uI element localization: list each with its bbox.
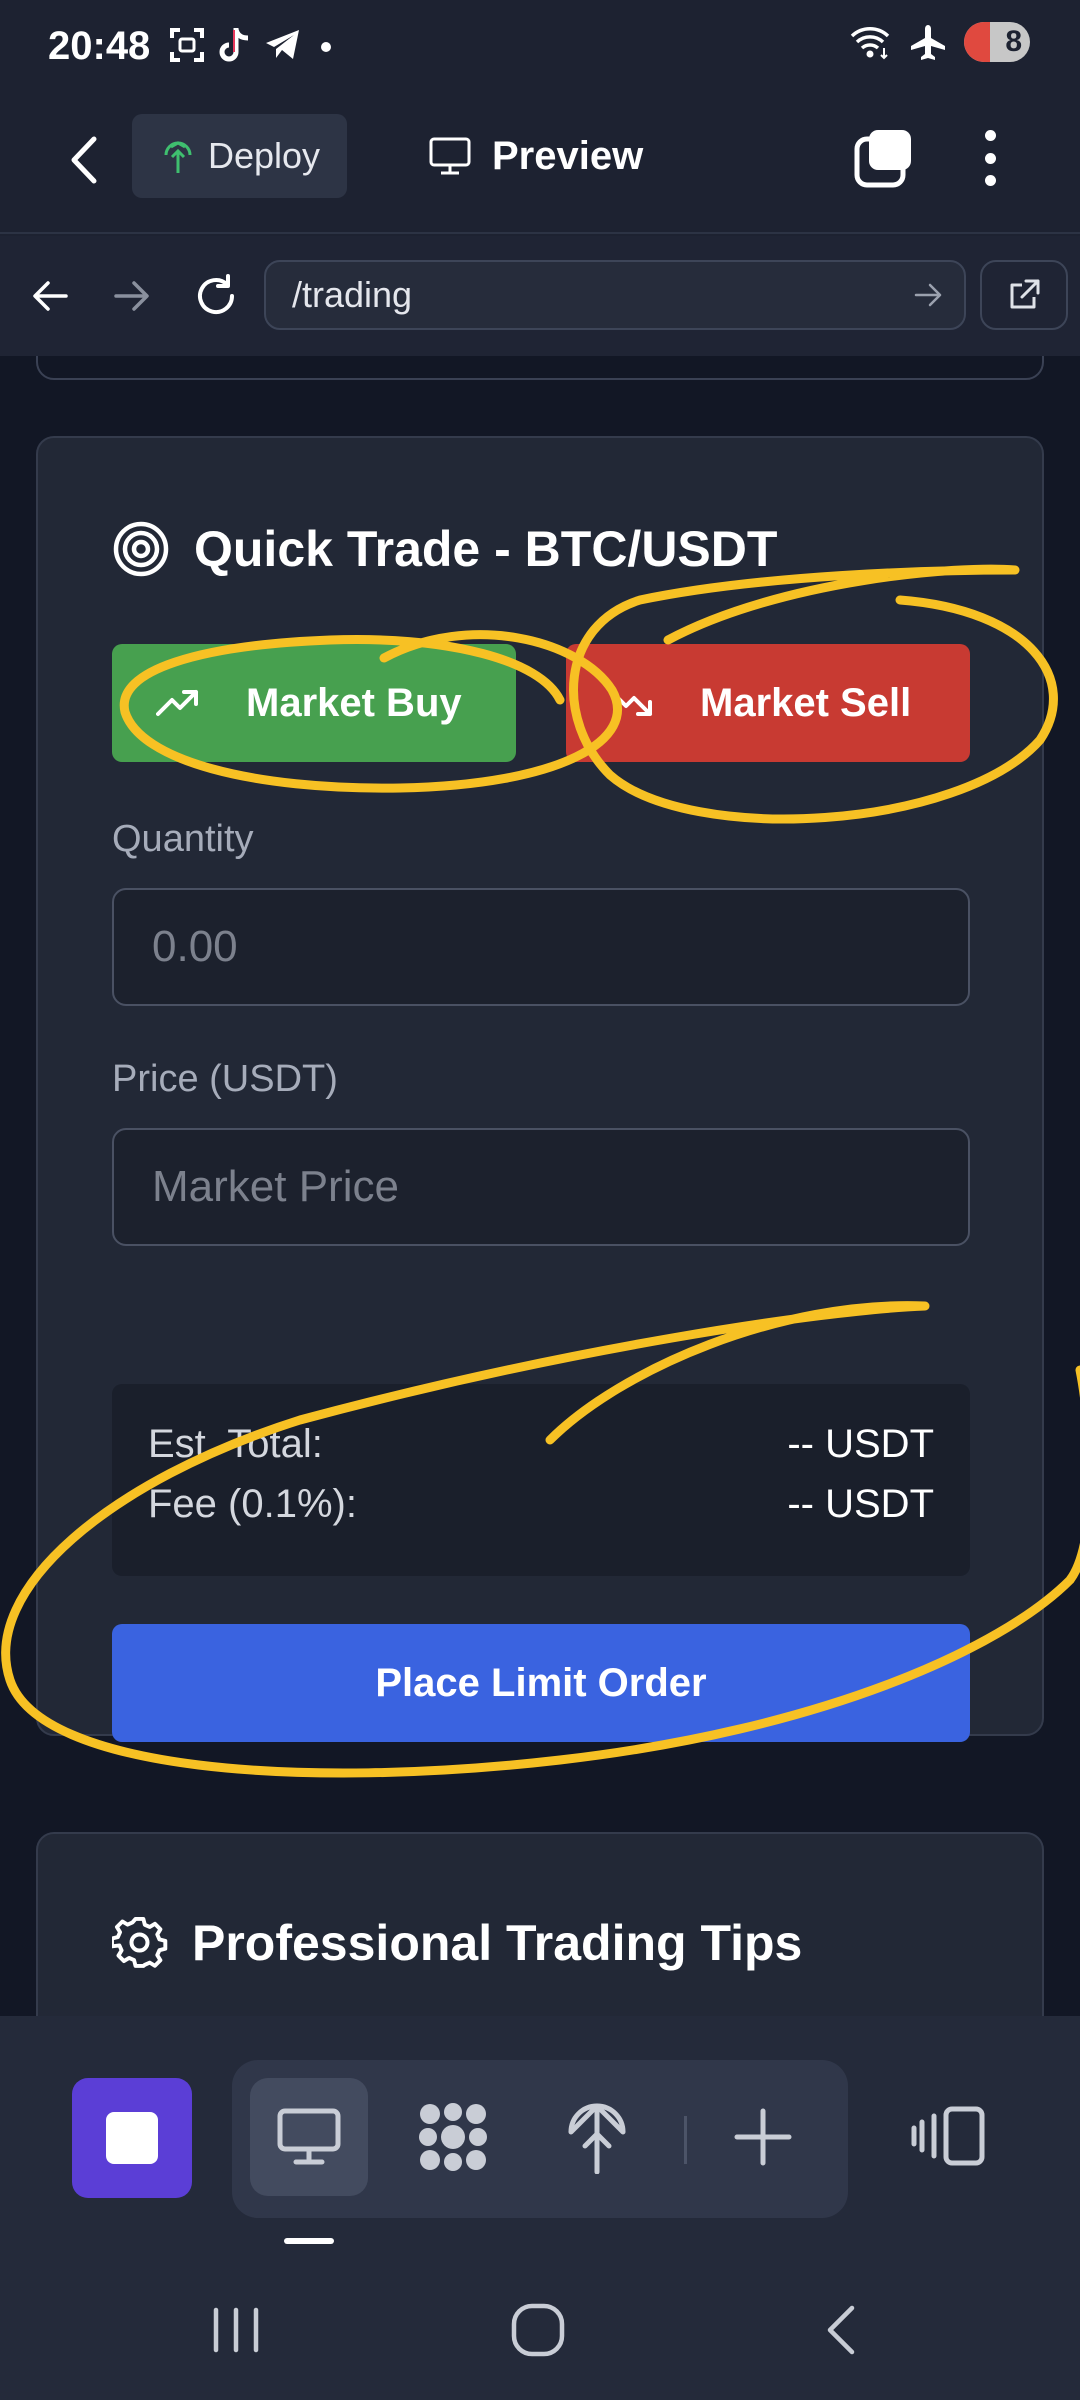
price-input[interactable]: Market Price <box>112 1128 970 1246</box>
home-icon <box>511 2303 565 2357</box>
system-nav-bar <box>0 2256 1080 2400</box>
arrow-right-icon <box>114 281 149 311</box>
url-text: /trading <box>292 274 413 315</box>
quantity-label: Quantity <box>112 818 254 860</box>
airplane-icon <box>911 25 945 60</box>
tabs-icon <box>854 130 911 188</box>
tool-components[interactable] <box>394 2078 512 2196</box>
fee-row: Fee (0.1%): -- USDT <box>148 1482 934 1527</box>
trading-tips-card: Professional Trading Tips <box>36 1832 1044 2016</box>
previous-card <box>36 356 1044 380</box>
tool-desktop-preview[interactable] <box>250 2078 368 2196</box>
reload-icon <box>198 274 234 314</box>
battery-level: 8 <box>1005 25 1022 58</box>
est-total-label: Est. Total: <box>148 1422 323 1466</box>
est-total-value: -- USDT <box>787 1422 934 1466</box>
device-frame-button[interactable] <box>908 2096 988 2176</box>
tiktok-icon <box>219 28 249 62</box>
open-external-button[interactable] <box>980 260 1068 330</box>
price-placeholder: Market Price <box>152 1162 399 1211</box>
bottom-toolbar <box>0 2016 1080 2256</box>
quick-trade-card: Quick Trade - BTC/USDT Market Buy Market… <box>36 436 1044 1742</box>
preview-button[interactable]: Preview <box>428 120 643 192</box>
market-sell-button[interactable]: Market Sell <box>566 644 970 762</box>
target-icon <box>113 521 169 577</box>
trading-tips-title: Professional Trading Tips <box>192 1915 803 1971</box>
device-frame-icon <box>911 2106 985 2166</box>
deploy-icon <box>164 141 192 173</box>
external-link-icon <box>1010 279 1040 309</box>
toolbar-divider <box>684 2116 687 2164</box>
dot-icon <box>321 42 331 52</box>
screenshot-icon <box>170 28 204 62</box>
browser-forward-button[interactable] <box>102 266 162 326</box>
order-summary: Est. Total: -- USDT Fee (0.1%): -- USDT <box>112 1384 970 1576</box>
market-sell-label: Market Sell <box>700 680 912 725</box>
trending-down-icon <box>610 690 652 716</box>
fee-label: Fee (0.1%): <box>148 1482 357 1526</box>
back-button[interactable] <box>56 132 112 188</box>
stop-button[interactable] <box>72 2078 192 2198</box>
chevron-left-icon <box>71 136 97 184</box>
page-content: Quick Trade - BTC/USDT Market Buy Market… <box>0 356 1080 2016</box>
place-limit-order-button[interactable]: Place Limit Order <box>112 1624 970 1742</box>
trending-up-icon <box>156 690 198 716</box>
desktop-icon <box>277 2108 341 2165</box>
arrow-left-icon <box>33 281 68 311</box>
fee-value: -- USDT <box>787 1482 934 1526</box>
telegram-icon <box>266 30 299 59</box>
url-bar: /trading <box>0 236 1080 356</box>
market-buy-button[interactable]: Market Buy <box>112 644 516 762</box>
active-tool-indicator <box>284 2238 334 2244</box>
place-limit-order-label: Place Limit Order <box>375 1660 707 1705</box>
deploy-button[interactable]: Deploy <box>132 114 347 198</box>
tool-group <box>232 2060 848 2218</box>
wifi-icon <box>850 27 890 60</box>
system-back-icon <box>827 2305 855 2355</box>
home-button[interactable] <box>498 2290 578 2370</box>
battery-icon: 8 <box>964 22 1030 62</box>
tabs-button[interactable] <box>852 126 916 190</box>
go-arrow-icon[interactable] <box>914 278 944 312</box>
app-header: Deploy Preview <box>0 100 1080 234</box>
tool-add[interactable] <box>704 2078 822 2196</box>
more-options-button[interactable] <box>970 126 1010 190</box>
reload-button[interactable] <box>186 266 246 326</box>
trading-tips-header: Professional Trading Tips <box>112 1914 802 1972</box>
deploy-label: Deploy <box>208 135 321 176</box>
plus-icon <box>734 2108 792 2166</box>
recent-apps-icon <box>213 2307 259 2353</box>
quantity-input[interactable]: 0.00 <box>112 888 970 1006</box>
system-icons: 8 <box>848 22 1030 62</box>
browser-back-button[interactable] <box>20 266 80 326</box>
deploy-tool-icon <box>568 2103 626 2174</box>
dots-grid-icon <box>419 2103 487 2171</box>
quick-trade-title: Quick Trade - BTC/USDT <box>194 521 778 577</box>
recent-apps-button[interactable] <box>196 2290 276 2370</box>
quantity-placeholder: 0.00 <box>152 922 238 971</box>
stop-icon <box>106 2112 158 2164</box>
gear-icon <box>112 1916 168 1968</box>
monitor-icon <box>429 137 471 175</box>
status-bar: 20:48 8 <box>0 0 1080 100</box>
notification-icons <box>168 26 338 64</box>
preview-label: Preview <box>492 133 644 178</box>
price-label: Price (USDT) <box>112 1058 338 1100</box>
status-time: 20:48 <box>48 24 151 68</box>
quick-trade-header: Quick Trade - BTC/USDT <box>112 520 777 578</box>
tool-deploy[interactable] <box>538 2078 656 2196</box>
url-input[interactable]: /trading <box>264 260 966 330</box>
market-buy-label: Market Buy <box>246 680 462 725</box>
system-back-button[interactable] <box>800 2290 880 2370</box>
est-total-row: Est. Total: -- USDT <box>148 1422 934 1467</box>
